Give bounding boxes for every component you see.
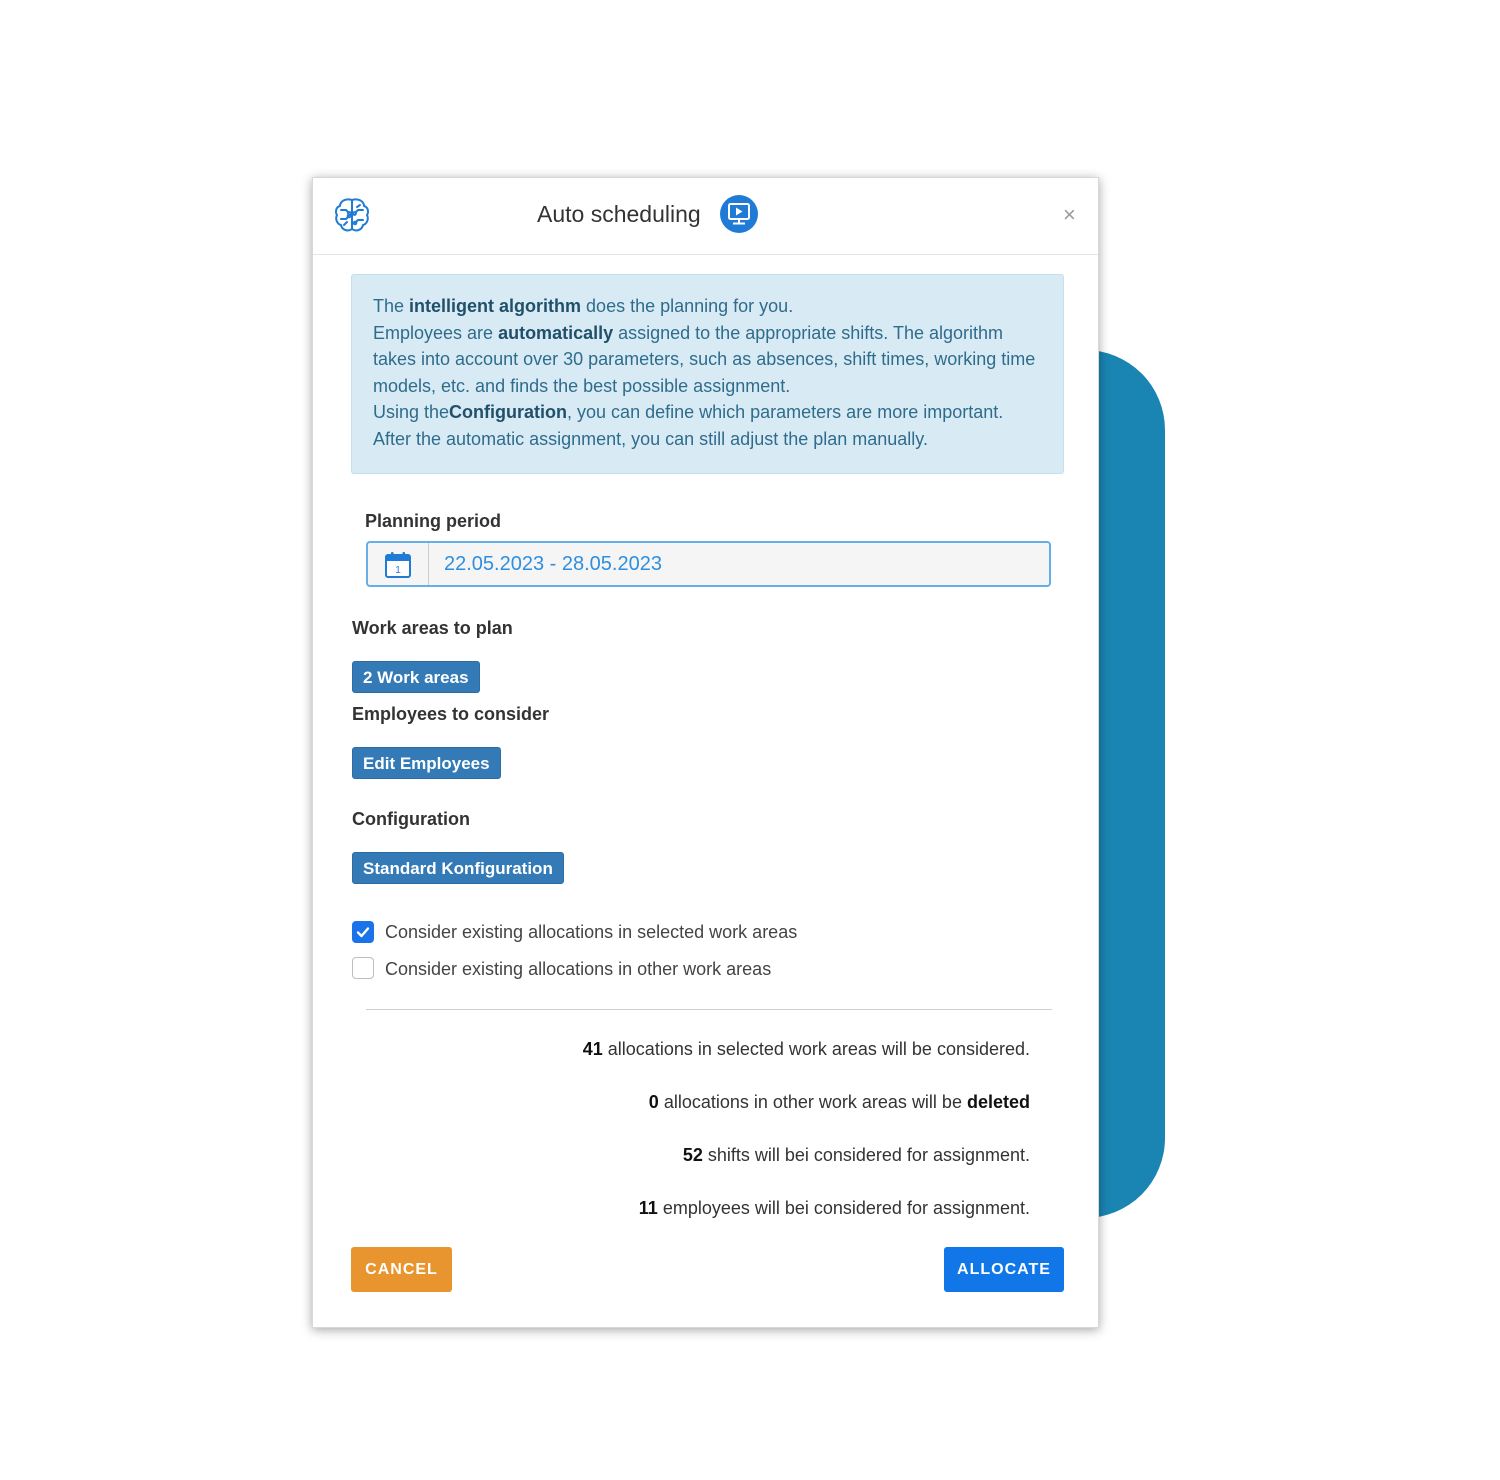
consider-selected-checkbox[interactable] [352,921,374,943]
dialog-header: Auto scheduling × [313,178,1098,255]
info-line-1: The intelligent algorithm does the plann… [373,296,794,316]
consider-selected-label[interactable]: Consider existing allocations in selecte… [385,922,797,943]
summary-selected-allocations: 41 allocations in selected work areas wi… [582,1039,1030,1059]
configuration-label: Configuration [352,809,470,829]
section-divider [366,1009,1052,1010]
summary-employees: 11 employees will bei considered for ass… [638,1198,1030,1218]
info-line-2: Employees are automatically assigned to … [373,322,1036,396]
consider-other-checkbox[interactable] [352,957,374,979]
dialog-title: Auto scheduling [537,201,701,227]
info-line-4: After the automatic assignment, you can … [373,428,928,449]
work-areas-button[interactable]: 2 Work areas [352,661,480,693]
video-tutorial-icon[interactable] [719,194,759,234]
planning-period-value[interactable]: 22.05.2023 - 28.05.2023 [444,553,662,576]
planning-period-input[interactable]: 1 22.05.2023 - 28.05.2023 [366,541,1051,587]
consider-other-label[interactable]: Consider existing allocations in other w… [385,959,771,980]
auto-scheduling-dialog: Auto scheduling × The intelligent algori… [312,177,1099,1328]
work-areas-label: Work areas to plan [352,618,513,638]
summary-shifts: 52 shifts will bei considered for assign… [682,1145,1030,1165]
calendar-day-text: 1 [395,565,401,576]
info-alert: The intelligent algorithm does the plann… [351,274,1064,474]
employees-label: Employees to consider [352,704,550,724]
edit-employees-button[interactable]: Edit Employees [352,747,501,779]
summary-other-allocations: 0 allocations in other work areas will b… [648,1092,1030,1112]
checkmark-icon [356,927,370,938]
info-line-3: Using theConfiguration, you can define w… [373,402,1004,422]
configuration-button[interactable]: Standard Konfiguration [352,852,564,884]
brain-circuit-icon [335,198,369,232]
planning-period-label: Planning period [365,511,502,531]
close-icon[interactable]: × [1063,202,1076,228]
date-addon[interactable]: 1 [368,543,429,585]
cancel-button[interactable]: CANCEL [351,1247,452,1292]
allocate-button[interactable]: ALLOCATE [944,1247,1064,1292]
calendar-icon[interactable]: 1 [384,551,412,579]
